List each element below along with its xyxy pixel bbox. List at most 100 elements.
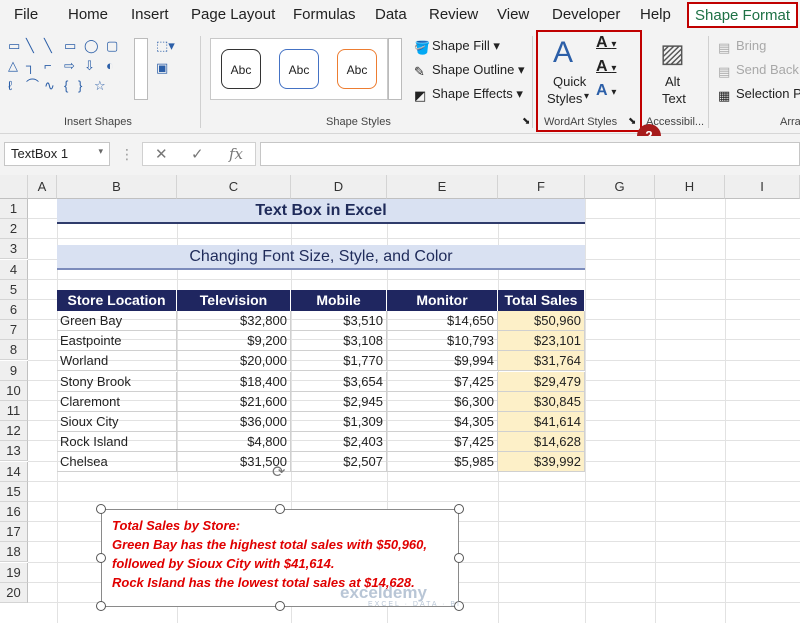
arc-shape-icon[interactable]: ⌒ xyxy=(26,78,39,94)
table-cell[interactable]: $4,305 xyxy=(387,412,498,432)
row-header[interactable]: 19 xyxy=(0,562,28,583)
row-header[interactable]: 17 xyxy=(0,522,28,543)
row-header[interactable]: 2 xyxy=(0,219,28,240)
quick-styles-label-1[interactable]: Quick xyxy=(553,74,586,89)
table-cell[interactable]: $18,400 xyxy=(177,371,291,392)
triangle-shape-icon[interactable]: △ xyxy=(8,58,18,74)
table-cell[interactable]: Sioux City xyxy=(57,412,177,432)
shape-outline-button[interactable]: ✎ Shape Outline ▾ xyxy=(414,62,525,79)
name-box[interactable]: TextBox 1 ▾ xyxy=(4,142,110,166)
tab-review[interactable]: Review xyxy=(429,6,478,23)
table-cell[interactable]: $3,510 xyxy=(291,311,387,331)
table-cell[interactable]: $6,300 xyxy=(387,391,498,412)
tab-view[interactable]: View xyxy=(497,6,529,23)
column-header[interactable]: E xyxy=(387,175,498,199)
table-cell[interactable]: $31,764 xyxy=(498,351,585,372)
tab-insert[interactable]: Insert xyxy=(131,6,169,23)
shape-gallery-scroll[interactable] xyxy=(134,38,148,100)
shape-effects-button[interactable]: ◩ Shape Effects ▾ xyxy=(414,86,523,103)
row-header[interactable]: 5 xyxy=(0,279,28,300)
alt-text-label-1[interactable]: Alt xyxy=(665,74,680,89)
table-cell[interactable]: $21,600 xyxy=(177,391,291,412)
curve-shape-icon[interactable]: ∿ xyxy=(44,78,55,94)
column-header[interactable]: C xyxy=(177,175,291,199)
brace-shape-icon[interactable]: } xyxy=(78,78,82,94)
tab-home[interactable]: Home xyxy=(68,6,108,23)
formula-input[interactable] xyxy=(260,142,800,166)
row-header[interactable]: 18 xyxy=(0,542,28,563)
tab-page-layout[interactable]: Page Layout xyxy=(191,6,275,23)
row-header[interactable]: 3 xyxy=(0,239,28,260)
table-cell[interactable]: $5,985 xyxy=(387,452,498,473)
tab-shape-format[interactable]: Shape Format xyxy=(687,2,799,28)
table-cell[interactable]: $50,960 xyxy=(498,311,585,331)
table-cell[interactable]: $41,614 xyxy=(498,412,585,432)
text-fill-icon[interactable]: A ▾ xyxy=(596,34,616,52)
table-cell[interactable]: $30,845 xyxy=(498,391,585,412)
table-header-total-sales[interactable]: Total Sales xyxy=(498,290,585,311)
table-cell[interactable]: $14,650 xyxy=(387,311,498,331)
resize-handle[interactable] xyxy=(454,504,464,514)
table-cell[interactable]: $2,507 xyxy=(291,452,387,473)
row-header[interactable]: 1 xyxy=(0,199,28,219)
table-cell[interactable]: $4,800 xyxy=(177,432,291,453)
line-shape-icon[interactable]: ╲ xyxy=(44,38,52,54)
selection-pane-button[interactable]: ▦ Selection P xyxy=(718,86,800,103)
textbox-shape-icon[interactable]: ▭ xyxy=(8,38,20,54)
tab-developer[interactable]: Developer xyxy=(552,6,620,23)
dialog-launcher-icon[interactable]: ⬊ xyxy=(522,116,530,127)
table-cell[interactable]: Green Bay xyxy=(57,311,177,331)
table-cell[interactable]: $2,403 xyxy=(291,432,387,453)
table-cell[interactable]: $10,793 xyxy=(387,331,498,352)
insert-function-icon[interactable]: fx xyxy=(229,145,243,163)
table-cell[interactable]: $29,479 xyxy=(498,371,585,392)
table-cell[interactable]: $7,425 xyxy=(387,432,498,453)
sheet-subtitle[interactable]: Changing Font Size, Style, and Color xyxy=(57,245,585,270)
row-header[interactable]: 16 xyxy=(0,502,28,522)
send-backward-button[interactable]: ▤ Send Back xyxy=(718,62,799,79)
down-arrow-shape-icon[interactable]: ⇩ xyxy=(84,58,95,74)
row-header[interactable]: 12 xyxy=(0,421,28,442)
line-shape-icon[interactable]: ╲ xyxy=(26,38,34,54)
column-header[interactable]: D xyxy=(291,175,387,199)
table-cell[interactable]: $1,309 xyxy=(291,412,387,432)
row-header[interactable]: 11 xyxy=(0,401,28,421)
table-header-store[interactable]: Store Location xyxy=(57,290,177,311)
quick-styles-label-2[interactable]: Styles xyxy=(547,91,582,106)
table-header-mobile[interactable]: Mobile xyxy=(291,290,387,311)
text-outline-icon[interactable]: A ▾ xyxy=(596,58,616,76)
text-effects-icon[interactable]: A ▾ xyxy=(596,82,616,100)
table-cell[interactable]: $2,945 xyxy=(291,391,387,412)
rotate-handle-icon[interactable]: ⟳ xyxy=(272,462,285,482)
column-header[interactable]: I xyxy=(725,175,800,199)
connector-shape-icon[interactable]: ┐ xyxy=(26,58,35,74)
table-cell[interactable]: $7,425 xyxy=(387,371,498,392)
shape-icon[interactable]: ◐ xyxy=(106,58,114,74)
style-sample-blue[interactable]: Abc xyxy=(279,49,319,89)
tab-formulas[interactable]: Formulas xyxy=(293,6,356,23)
table-header-monitor[interactable]: Monitor xyxy=(387,290,498,311)
row-header[interactable]: 20 xyxy=(0,582,28,603)
row-header[interactable]: 13 xyxy=(0,441,28,462)
oval-shape-icon[interactable]: ◯ xyxy=(84,38,99,54)
shape-styles-gallery[interactable]: Abc Abc Abc xyxy=(210,38,388,100)
table-cell[interactable]: $36,000 xyxy=(177,412,291,432)
table-header-television[interactable]: Television xyxy=(177,290,291,311)
cancel-icon[interactable]: ✕ xyxy=(155,145,168,163)
table-cell[interactable]: $32,800 xyxy=(177,311,291,331)
resize-handle[interactable] xyxy=(454,553,464,563)
connector-shape-icon[interactable]: ⌐ xyxy=(44,58,52,74)
text-box-icon[interactable]: ▣ xyxy=(156,60,168,76)
tab-data[interactable]: Data xyxy=(375,6,407,23)
column-header[interactable]: H xyxy=(655,175,725,199)
tab-file[interactable]: File xyxy=(14,6,38,23)
tab-help[interactable]: Help xyxy=(640,6,671,23)
quick-styles-icon[interactable]: A xyxy=(553,36,573,70)
table-cell[interactable]: $39,992 xyxy=(498,452,585,473)
worksheet[interactable]: A B C D E F G H I 1 2 3 4 5 6 7 8 9 10 11 12 13 14 15 1… xyxy=(0,175,800,623)
column-header[interactable]: G xyxy=(585,175,655,199)
brace-shape-icon[interactable]: { xyxy=(64,78,68,94)
rectangle-shape-icon[interactable]: ▭ xyxy=(64,38,76,54)
edit-shape-icon[interactable]: ⬚▾ xyxy=(156,38,175,54)
star-shape-icon[interactable]: ☆ xyxy=(94,78,106,94)
